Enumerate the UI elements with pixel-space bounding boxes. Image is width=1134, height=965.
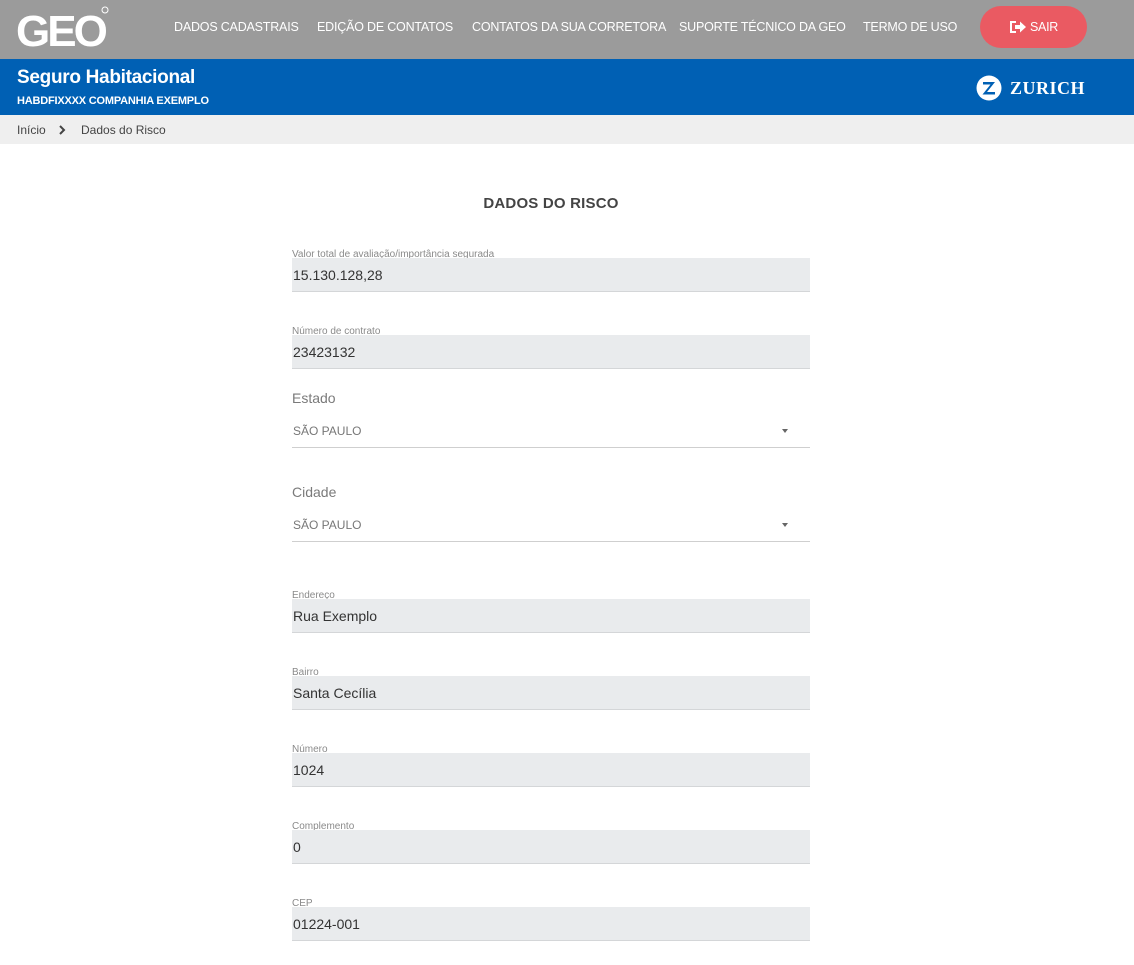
breadcrumb: Início Dados do Risco — [0, 115, 1134, 144]
nav-dados-cadastrais[interactable]: DADOS CADASTRAIS — [174, 20, 299, 34]
logout-button[interactable]: SAIR — [980, 6, 1087, 48]
cidade-select[interactable]: SÃO PAULO — [292, 514, 810, 542]
complemento-input[interactable] — [292, 830, 810, 864]
nav-edicao-contatos[interactable]: EDIÇÃO DE CONTATOS — [317, 20, 453, 34]
cidade-label: Cidade — [292, 484, 337, 500]
page-title: DADOS DO RISCO — [483, 195, 619, 212]
estado-value: SÃO PAULO — [293, 424, 362, 438]
logout-label: SAIR — [1030, 20, 1058, 34]
logout-icon — [1010, 21, 1026, 33]
estado-select[interactable]: SÃO PAULO — [292, 420, 810, 448]
estado-label: Estado — [292, 390, 336, 406]
geo-logo-text: GEO — [16, 7, 107, 54]
breadcrumb-current: Dados do Risco — [81, 123, 166, 137]
product-code: HABDFIXXXX — [17, 95, 86, 107]
geo-logo[interactable]: GEO — [14, 4, 114, 54]
numero-input[interactable] — [292, 753, 810, 787]
caret-down-icon — [782, 429, 788, 433]
nav-termo-uso[interactable]: TERMO DE USO — [863, 20, 957, 34]
bairro-input[interactable] — [292, 676, 810, 710]
cep-input[interactable] — [292, 907, 810, 941]
nav-suporte-tecnico[interactable]: SUPORTE TÉCNICO DA GEO — [679, 20, 846, 34]
cidade-value: SÃO PAULO — [293, 518, 362, 532]
zurich-brand: ZURICH — [976, 75, 1085, 101]
product-header: Seguro Habitacional HABDFIXXXX COMPANHIA… — [0, 59, 1134, 115]
zurich-logo-icon — [976, 75, 1002, 101]
product-subtitle: HABDFIXXXX COMPANHIA EXEMPLO — [17, 95, 209, 107]
endereco-input[interactable] — [292, 599, 810, 633]
product-title: Seguro Habitacional — [17, 67, 196, 88]
valor-total-input[interactable] — [292, 258, 810, 292]
company-name: COMPANHIA EXEMPLO — [88, 95, 209, 107]
nav-contatos-corretora[interactable]: CONTATOS DA SUA CORRETORA — [472, 20, 666, 34]
caret-down-icon — [782, 523, 788, 527]
numero-contrato-input[interactable] — [292, 335, 810, 369]
chevron-right-icon — [59, 125, 66, 135]
zurich-wordmark: ZURICH — [1010, 77, 1086, 98]
top-nav-bar: GEO DADOS CADASTRAIS EDIÇÃO DE CONTATOS … — [0, 0, 1134, 59]
breadcrumb-home[interactable]: Início — [17, 123, 46, 137]
